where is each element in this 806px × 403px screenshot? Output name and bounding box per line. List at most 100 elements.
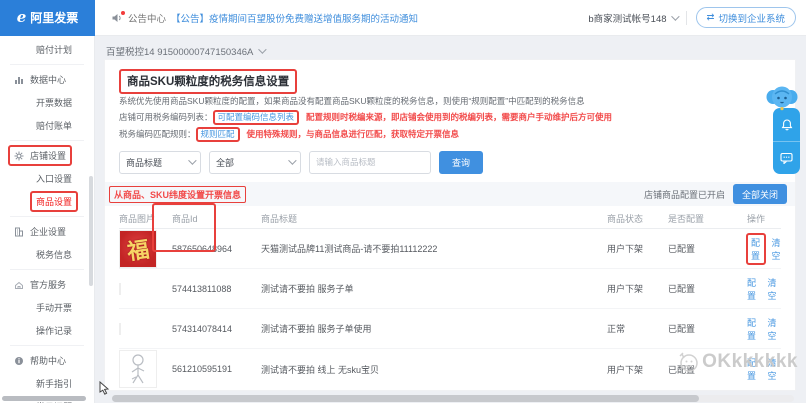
codes-note: 配置规则时税编来源，即店铺会使用到的税编列表，需要商户手动维护后方可使用 xyxy=(306,111,613,122)
configure-link[interactable]: 配置 xyxy=(747,276,761,302)
configure-link[interactable]: 配置 xyxy=(747,316,761,342)
divider xyxy=(10,345,84,346)
configured-status: 已配置 xyxy=(668,324,696,334)
switch-system-button[interactable]: ⇄ 切换到企业系统 xyxy=(695,7,796,28)
clear-link[interactable]: 清空 xyxy=(772,236,782,262)
annotation-box-shop-settings: 店铺设置 xyxy=(8,145,73,166)
product-status: 用户下架 xyxy=(607,244,644,254)
sidebar-item-entry-settings[interactable]: 入口设置 xyxy=(0,167,94,190)
product-title-input[interactable] xyxy=(309,150,431,174)
field-select[interactable]: 商品标题 xyxy=(119,150,201,174)
product-title: 测试请不要拍 服务子单使用 xyxy=(261,324,372,334)
sidebar-item-official-service[interactable]: 官方服务 xyxy=(0,273,94,296)
divider xyxy=(10,140,84,141)
rule-note: 使用特殊规则，与商品信息进行匹配，获取特定开票信息 xyxy=(246,128,460,139)
divider xyxy=(685,10,687,25)
app-title: 阿里发票 xyxy=(30,11,79,25)
col-product-id: 商品Id xyxy=(172,213,198,224)
configured-status: 已配置 xyxy=(668,244,696,254)
sidebar-item-beginner-guide[interactable]: 新手指引 xyxy=(0,372,94,395)
product-title: 测试请不要拍 服务子单 xyxy=(261,284,354,294)
table-header: 商品图片 商品Id 商品标题 商品状态 是否配置 操作 xyxy=(119,208,781,229)
description-line-2: 店铺可用税务编码列表： 可配置编码信息列表 配置规则时税编来源，即店铺会使用到的… xyxy=(119,109,781,125)
content-card: 商品SKU颗粒度的税务信息设置 系统优先使用商品SKU颗粒度的配置，如果商品没有… xyxy=(105,60,795,390)
sidebar-item-compensation-bill[interactable]: 赔付账单 xyxy=(0,114,94,137)
announcement-bar: 公告中心 【公告】疫情期间百望股份免费赠送增值服务期的活动通知 xyxy=(111,10,418,25)
product-id: 574413811088 xyxy=(172,283,232,294)
clear-link[interactable]: 清空 xyxy=(768,316,782,342)
product-id: 574314078414 xyxy=(172,323,233,334)
annotation-box-codes-link: 可配置编码信息列表 xyxy=(212,109,300,125)
mouse-cursor xyxy=(99,380,110,397)
product-id: 587650648964 xyxy=(172,243,233,254)
annotation-box-rule-link: 规则匹配 xyxy=(195,126,240,142)
sidebar-vertical-scrollbar[interactable] xyxy=(89,176,93,286)
scrollbar-thumb[interactable] xyxy=(112,395,699,402)
chevron-down-icon xyxy=(288,156,297,165)
elephant-mascot-icon[interactable] xyxy=(765,84,799,113)
divider xyxy=(10,216,84,217)
configurable-codes-link[interactable]: 可配置编码信息列表 xyxy=(218,112,295,122)
product-status: 用户下架 xyxy=(607,364,644,375)
main-horizontal-scrollbar[interactable] xyxy=(112,395,794,402)
speaker-icon xyxy=(111,10,125,24)
section-title: 从商品、SKU纬度设置开票信息 xyxy=(109,185,247,203)
table-row: 福 587650648964 天猫测试品牌11测试商品-请不要拍11112222… xyxy=(119,229,781,269)
close-all-button[interactable]: 全部关闭 xyxy=(732,184,787,204)
col-product-status: 商品状态 xyxy=(607,213,644,224)
product-image xyxy=(119,322,121,335)
section-bar: 从商品、SKU纬度设置开票信息 店铺商品配置已开启 全部关闭 xyxy=(105,182,795,206)
chevron-down-icon xyxy=(188,156,197,165)
sidebar-item-tax-info[interactable]: 税务信息 xyxy=(0,243,94,266)
configure-link[interactable]: 配置 xyxy=(751,238,760,261)
sidebar-item-shop-settings[interactable]: 店铺设置 xyxy=(0,144,94,167)
annotation-box-product-settings: 商品设置 xyxy=(30,191,79,212)
annotation-box-configure-link: 配置 xyxy=(746,232,766,265)
sidebar-item-enterprise-settings[interactable]: 企业设置 xyxy=(0,220,94,243)
clear-link[interactable]: 清空 xyxy=(768,276,782,302)
sidebar-horizontal-scrollbar[interactable] xyxy=(2,396,86,401)
filter-row: 商品标题 全部 查询 xyxy=(119,150,781,174)
sidebar-item-help-center[interactable]: 帮助中心 xyxy=(0,349,94,372)
announce-center-label[interactable]: 公告中心 xyxy=(128,11,166,25)
sidebar-item-peifujihua[interactable]: 赔付计划 xyxy=(0,38,94,61)
sidebar-item-operation-log[interactable]: 操作记录 xyxy=(0,319,94,342)
col-configured: 是否配置 xyxy=(668,213,705,224)
configure-link[interactable]: 配置 xyxy=(747,356,761,382)
product-id: 561210595191 xyxy=(172,364,233,374)
description-line-1: 系统优先使用商品SKU颗粒度的配置，如果商品没有配置商品SKU颗粒度的税务信息，… xyxy=(119,96,585,106)
config-status-text: 店铺商品配置已开启 xyxy=(643,189,725,200)
product-image xyxy=(119,282,121,295)
sidebar-item-data-center[interactable]: 数据中心 xyxy=(0,68,94,91)
account-name: b商家测试帐号148 xyxy=(588,13,667,25)
description-line-3: 税务编码匹配规则： 规则匹配 使用特殊规则，与商品信息进行匹配，获取特定开票信息 xyxy=(119,126,781,142)
tax-device-label: 百望税控14 91500000747150346A xyxy=(106,47,254,58)
logo-mark-icon: e xyxy=(16,8,27,26)
announcement-link[interactable]: 【公告】疫情期间百望股份免费赠送增值服务期的活动通知 xyxy=(171,11,418,25)
info-icon xyxy=(15,356,23,365)
notification-dot xyxy=(121,10,125,15)
stick-figure-doodle xyxy=(131,354,145,384)
col-product-title: 商品标题 xyxy=(261,213,298,224)
divider xyxy=(10,64,84,65)
table-row: 574314078414 测试请不要拍 服务子单使用 正常 已配置 配置 清空 xyxy=(119,309,781,349)
header-right: b商家测试帐号148 ⇄ 切换到企业系统 xyxy=(588,7,806,28)
sidebar-item-product-settings[interactable]: 商品设置 xyxy=(0,190,94,213)
sidebar-item-invoice-data[interactable]: 开票数据 xyxy=(0,91,94,114)
sidebar-nav: 赔付计划 数据中心 开票数据 赔付账单 店铺设置 入口设置 商品设置 企业设置 … xyxy=(0,36,95,403)
codes-list-label: 店铺可用税务编码列表： xyxy=(119,111,213,122)
status-select[interactable]: 全部 xyxy=(209,150,301,174)
search-button[interactable]: 查询 xyxy=(439,150,484,174)
table-row: 574413811088 测试请不要拍 服务子单 用户下架 已配置 配置 清空 xyxy=(119,269,781,309)
rule-match-link[interactable]: 规则匹配 xyxy=(201,129,235,139)
app-logo: e 阿里发票 xyxy=(0,0,95,36)
product-status: 正常 xyxy=(607,324,626,334)
swap-arrows-icon: ⇄ xyxy=(706,12,715,23)
bar-chart-icon xyxy=(15,76,23,84)
tax-device-selector[interactable]: 百望税控14 91500000747150346A xyxy=(106,44,268,58)
account-menu[interactable]: b商家测试帐号148 xyxy=(588,11,680,25)
clear-link[interactable]: 清空 xyxy=(768,356,782,382)
chat-icon[interactable] xyxy=(773,141,800,174)
top-header: e 阿里发票 公告中心 【公告】疫情期间百望股份免费赠送增值服务期的活动通知 b… xyxy=(0,0,806,36)
sidebar-item-manual-invoice[interactable]: 手动开票 xyxy=(0,296,94,319)
